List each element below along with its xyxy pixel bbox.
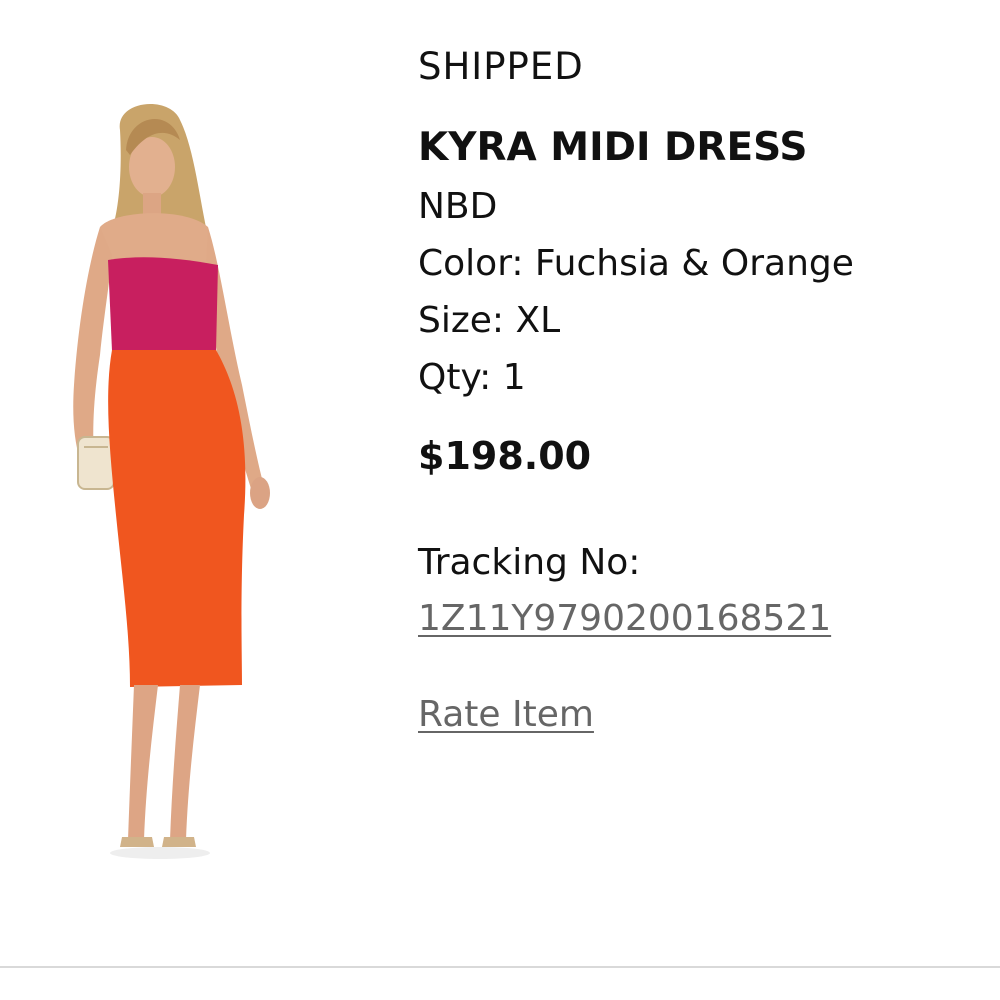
- product-size: Size: XL: [418, 300, 561, 341]
- divider: [0, 966, 1000, 968]
- brand-name: NBD: [418, 186, 498, 227]
- order-item-details: SHIPPED KYRA MIDI DRESS NBD Color: Fuchs…: [418, 40, 988, 733]
- shipment-status: SHIPPED: [418, 45, 584, 88]
- product-color: Color: Fuchsia & Orange: [418, 243, 854, 284]
- product-image[interactable]: [60, 95, 290, 865]
- rate-item-link[interactable]: Rate Item: [418, 697, 594, 733]
- product-quantity: Qty: 1: [418, 357, 526, 398]
- product-name[interactable]: KYRA MIDI DRESS: [418, 128, 988, 167]
- product-price: $198.00: [418, 434, 592, 478]
- tracking-label: Tracking No:: [418, 542, 641, 583]
- tracking-number-link[interactable]: 1Z11Y9790200168521: [418, 601, 831, 637]
